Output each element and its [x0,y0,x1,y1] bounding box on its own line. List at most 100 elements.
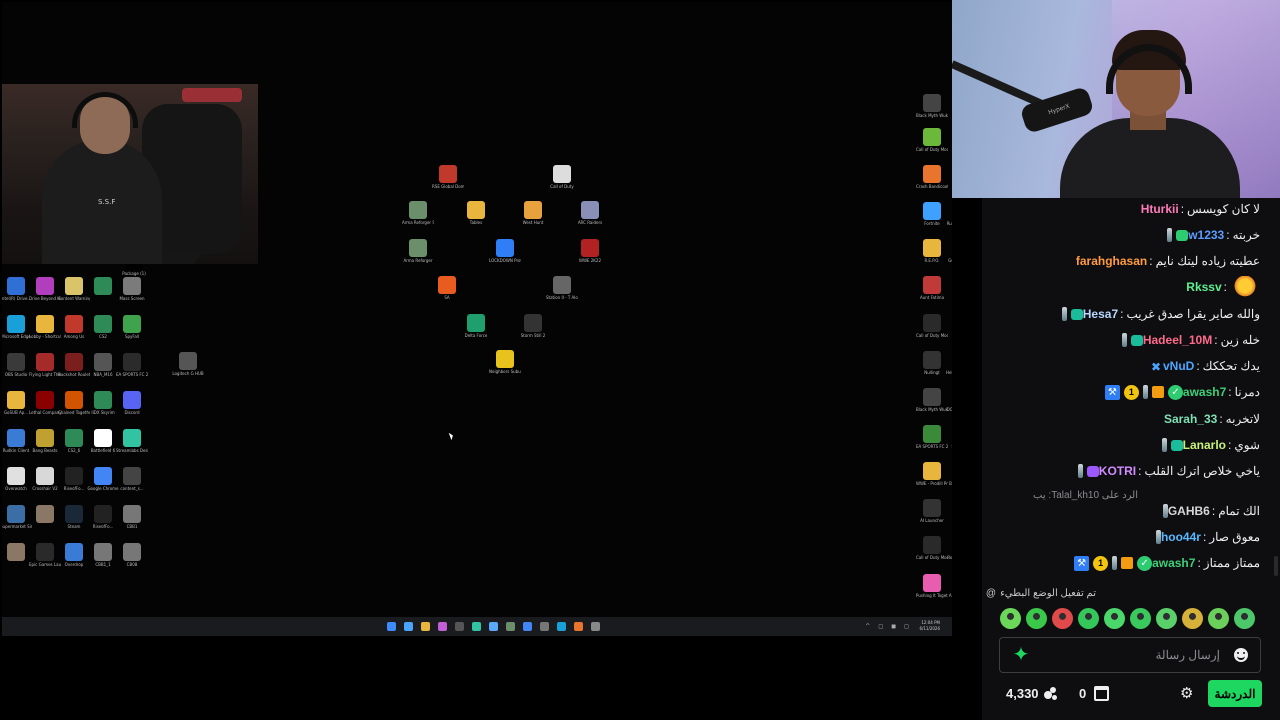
desktop-shortcut[interactable]: content_s... [116,467,148,491]
desktop-shortcut[interactable]: Arma Reforger St... [402,201,434,225]
desktop-shortcut[interactable]: Aunt Fatima [916,276,948,300]
chat-message[interactable]: ياخي خلاص اترك القلب: KOTRI [1074,460,1260,482]
emote-icon[interactable] [1104,608,1125,629]
desktop-shortcut[interactable]: Flying Light The Beast [29,353,61,377]
chat-username[interactable]: GAHB6 [1168,504,1210,518]
desktop-shortcut[interactable] [2,543,32,562]
desktop-shortcut[interactable]: Discord [116,391,148,415]
desktop-shortcut[interactable]: IIDX Skyrim [87,391,119,415]
chat-username[interactable]: Hadeel_10M [1143,333,1212,347]
chat-username[interactable]: vNuD [1163,359,1194,373]
desktop-shortcut[interactable]: Battlefield 6 [87,429,119,453]
sword-badge-icon[interactable] [1112,556,1118,570]
chat-message[interactable]: : Rkssv [1186,276,1260,298]
sword-badge-icon[interactable] [1155,530,1161,544]
chat-input-box[interactable]: ✦ [999,637,1261,673]
gift-badge-icon[interactable] [1151,386,1164,398]
chat-username[interactable]: hoo44r [1161,530,1201,544]
desktop-shortcut[interactable]: Intel(R) Drive... [2,277,32,301]
desktop-shortcut[interactable]: CBB1_1 [87,543,119,567]
sword-badge-icon[interactable] [1167,228,1173,242]
desktop-shortcut[interactable]: Nullingt [916,351,948,375]
desktop-shortcut[interactable]: Fortnite [916,202,948,226]
emote-icon[interactable] [1078,608,1099,629]
sword-badge-icon[interactable] [1161,438,1167,452]
desktop-shortcut[interactable]: CS2 [87,315,119,339]
desktop-shortcut[interactable]: OBS Studio [2,353,32,377]
desktop-shortcut[interactable]: Arma Reforger [402,239,434,263]
desktop-shortcut[interactable]: Call of Duty Modern W... [916,314,948,338]
emote-icon[interactable] [1000,608,1021,629]
desktop-shortcut[interactable]: R.E.P.O. [916,239,948,263]
chat-username[interactable]: awash7 [1183,385,1226,399]
gear-icon[interactable]: ⚙ [1180,684,1193,702]
desktop-shortcut[interactable]: RiseofFo... [58,467,90,491]
desktop-shortcut[interactable]: Station II - T Alone [546,276,578,300]
purple-badge-icon[interactable] [1086,465,1099,477]
desktop-shortcut[interactable]: Tables [460,201,492,225]
chat-message[interactable]: يدك تحككك: vNuD ✖ [1145,355,1260,377]
desktop-shortcut[interactable]: Steam [58,505,90,529]
emote-icon[interactable] [1052,608,1073,629]
chat-message[interactable]: الك تمام: GAHB6 [1159,500,1260,522]
desktop-shortcut[interactable]: Google Chrome [87,467,119,491]
chat-username[interactable]: Lanarlo [1183,438,1226,452]
desktop-shortcut[interactable]: Chained Together [58,391,90,415]
desktop-shortcut[interactable]: Call of Duty Modern... [916,128,948,152]
desktop-shortcut[interactable]: Call of Duty Modern... [916,536,948,560]
emote-icon[interactable] [1182,608,1203,629]
desktop-shortcut[interactable]: GoSUB Ap... [2,391,32,415]
desktop-shortcut[interactable]: Streamlabs Desktop [116,429,148,453]
chat-message[interactable]: معوق صار: hoo44r [1152,526,1260,548]
cross-badge-icon[interactable]: ✖ [1149,360,1163,374]
channel-points-value[interactable]: 4,330 [1006,686,1039,701]
desktop-shortcut[interactable]: West Hunt [517,201,549,225]
emote-icon[interactable] [1156,608,1177,629]
chat-message[interactable]: عطيته زياده ليتك نايم: farahghasan [1076,250,1260,272]
desktop-shortcut[interactable]: Mass Screen [116,277,148,301]
desktop-shortcut[interactable]: Delta Force [460,314,492,338]
desktop-shortcut[interactable]: Lobby - Shortcut [29,315,61,339]
desktop-shortcut[interactable]: SpyFall [116,315,148,339]
desktop-shortcut[interactable] [87,277,119,296]
desktop-shortcut[interactable]: EA SPORTS FC 25 [916,425,948,449]
desktop-shortcut[interactable]: CB08 [116,543,148,567]
blue-badge-icon[interactable]: ⚒ [1104,384,1120,400]
chat-scrollbar[interactable] [1274,556,1278,576]
desktop-shortcut[interactable]: Logitech G HUB [172,352,204,376]
desktop-shortcut[interactable]: Storm Still 2 [517,314,549,338]
desktop-shortcut[interactable]: CS2_6 [58,429,90,453]
desktop-shortcut[interactable]: Drive Beyond Horizons [29,277,61,301]
desktop-shortcut[interactable]: EA SPORTS FC 26 [116,353,148,377]
desktop-shortcut[interactable]: Supermarket Simulator [2,505,32,529]
desktop-shortcut[interactable]: Call of Duty [546,165,578,189]
desktop-shortcut[interactable]: Lethal Company [29,391,61,415]
chat-username[interactable]: farahghasan [1076,254,1147,268]
emote-icon[interactable] [1234,608,1255,629]
sword-badge-icon[interactable] [1077,464,1083,478]
chat-username[interactable]: Hesa7 [1083,307,1118,321]
gold-badge-icon[interactable]: 1 [1093,555,1109,571]
chat-message[interactable]: والله صاير يقرا صدق غريب: Hesa7 [1058,303,1260,325]
chat-username[interactable]: Rkssv [1186,280,1221,294]
desktop-shortcut[interactable]: Crash Bandicoot... [916,165,948,189]
gift-badge-icon[interactable] [1121,557,1134,569]
desktop-shortcut[interactable]: LOCKDOWN Protocol [489,239,521,263]
chat-username[interactable]: w1233 [1188,228,1224,242]
desktop-shortcut[interactable]: WWE - Prodill Privilege [916,462,948,486]
desktop-shortcut[interactable]: Bang Beasts [29,429,61,453]
desktop-shortcut[interactable]: Rudkin Client [2,429,32,453]
chat-message[interactable]: لاتخربه: Sarah_33 [1164,408,1260,430]
desktop-shortcut[interactable]: Content Warning [58,277,90,301]
desktop-shortcut[interactable]: Microsoft Edge [2,315,32,339]
desktop-shortcut[interactable]: ARC Raiders [574,201,606,225]
chat-username[interactable]: KOTRI [1099,464,1136,478]
desktop-shortcut[interactable]: Among Us [58,315,90,339]
desktop-shortcut[interactable]: Black Myth Wukong [916,94,948,118]
sparkle-icon[interactable]: ✦ [1010,644,1032,666]
verify-badge-icon[interactable]: ✓ [1167,384,1183,400]
desktop-shortcut[interactable]: Crosshair V2 [29,467,61,491]
channel-points-icon[interactable] [1044,687,1058,701]
chat-message[interactable]: خله زين: Hadeel_10M [1118,329,1260,351]
sword-badge-icon[interactable] [1162,504,1168,518]
